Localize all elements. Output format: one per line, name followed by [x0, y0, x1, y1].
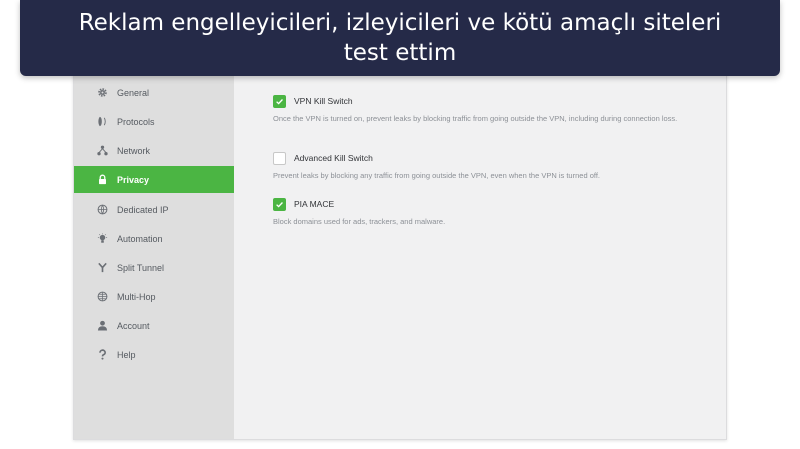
sidebar-item-dedicated-ip[interactable]: Dedicated IP [74, 196, 234, 223]
sidebar-item-label: Dedicated IP [117, 204, 169, 215]
checkmark-icon [276, 98, 283, 105]
sidebar-item-privacy[interactable]: Privacy [74, 166, 234, 193]
lock-icon [96, 174, 108, 186]
split-icon [96, 262, 108, 274]
sidebar-item-label: Multi-Hop [117, 291, 156, 302]
option-advanced-kill-switch: Advanced Kill Switch Prevent leaks by bl… [273, 151, 706, 182]
option-vpn-kill-switch: VPN Kill Switch Once the VPN is turned o… [273, 94, 706, 125]
sidebar-item-automation[interactable]: Automation [74, 225, 234, 252]
option-title: Advanced Kill Switch [294, 153, 373, 163]
sidebar-item-label: Split Tunnel [117, 262, 165, 273]
sidebar-item-label: Privacy [117, 174, 150, 185]
sidebar-item-general[interactable]: General [74, 79, 234, 106]
settings-window: General Protocols Network Privacy Dedica [73, 66, 727, 440]
option-description: Prevent leaks by blocking any traffic fr… [273, 171, 600, 180]
advanced-kill-switch-checkbox[interactable] [273, 151, 286, 165]
person-icon [96, 320, 108, 332]
option-pia-mace: PIA MACE Block domains used for ads, tra… [273, 197, 706, 228]
sidebar-item-label: Network [117, 145, 151, 156]
sidebar-item-label: Protocols [117, 116, 155, 127]
option-description: Once the VPN is turned on, prevent leaks… [273, 114, 678, 123]
globe-icon [96, 291, 108, 303]
sidebar-item-multi-hop[interactable]: Multi-Hop [74, 283, 234, 310]
gear-icon [96, 87, 108, 99]
option-title: VPN Kill Switch [294, 96, 353, 106]
vpn-kill-switch-checkbox[interactable] [273, 94, 286, 108]
caption-line-1: Reklam engelleyicileri, izleyicileri ve … [78, 10, 722, 36]
settings-sidebar: General Protocols Network Privacy Dedica [74, 67, 234, 439]
option-description: Block domains used for ads, trackers, an… [273, 217, 446, 226]
option-title: PIA MACE [294, 199, 335, 209]
question-icon [96, 349, 108, 361]
sidebar-item-label: Help [117, 349, 136, 360]
sidebar-item-label: Account [117, 320, 150, 331]
sidebar-item-split-tunnel[interactable]: Split Tunnel [74, 254, 234, 281]
caption-line-2: test ettim [343, 40, 457, 66]
bulb-icon [96, 233, 108, 245]
protocols-icon [96, 116, 108, 128]
checkmark-icon [276, 201, 283, 208]
sidebar-item-account[interactable]: Account [74, 312, 234, 339]
pia-mace-checkbox[interactable] [273, 197, 286, 211]
sidebar-item-label: Automation [117, 233, 163, 244]
sidebar-item-label: General [117, 87, 150, 98]
dedicated-ip-icon [96, 204, 108, 216]
sidebar-item-network[interactable]: Network [74, 137, 234, 164]
sidebar-item-protocols[interactable]: Protocols [74, 108, 234, 135]
network-icon [96, 145, 108, 157]
caption-banner: Reklam engelleyicileri, izleyicileri ve … [20, 0, 780, 76]
sidebar-item-help[interactable]: Help [74, 341, 234, 368]
privacy-settings-panel: VPN Kill Switch Once the VPN is turned o… [234, 67, 726, 439]
